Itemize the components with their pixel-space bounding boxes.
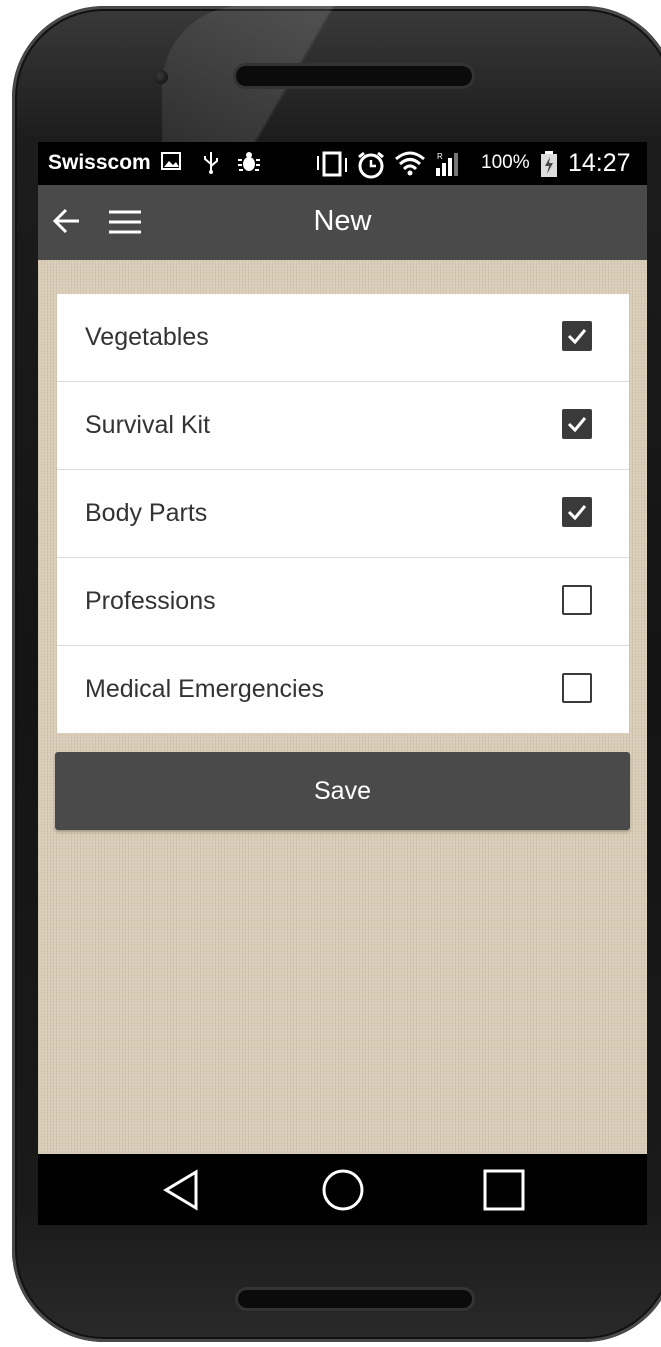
list-item[interactable]: Vegetables — [57, 294, 629, 382]
status-bar: Swisscom R 100% 14:27 — [38, 142, 647, 185]
save-button[interactable]: Save — [55, 752, 630, 830]
list-item[interactable]: Survival Kit — [57, 382, 629, 470]
usb-icon — [202, 150, 220, 180]
system-nav-bar — [38, 1154, 647, 1225]
list-item-label: Professions — [85, 587, 216, 615]
page-title: New — [313, 205, 372, 237]
list-item-label: Medical Emergencies — [85, 675, 324, 703]
wifi-icon — [394, 150, 426, 182]
vibrate-icon — [314, 150, 350, 184]
image-icon — [160, 150, 182, 178]
recents-square-icon[interactable] — [482, 1168, 526, 1217]
front-camera — [154, 70, 168, 84]
battery-percent: 100% — [481, 152, 530, 173]
list-item-label: Body Parts — [85, 499, 208, 527]
list-item[interactable]: Body Parts — [57, 470, 629, 558]
carrier-name: Swisscom — [48, 151, 151, 174]
earpiece-speaker — [236, 66, 472, 86]
list-item[interactable]: Professions — [57, 558, 629, 646]
home-circle-icon[interactable] — [321, 1168, 365, 1217]
screen: Swisscom R 100% 14:27 New Vegetables Sur… — [38, 142, 647, 1225]
checkbox[interactable] — [562, 321, 592, 351]
svg-text:R: R — [437, 152, 443, 161]
list-item-label: Vegetables — [85, 323, 209, 351]
back-triangle-icon[interactable] — [162, 1168, 202, 1217]
list-item[interactable]: Medical Emergencies — [57, 646, 629, 733]
alarm-icon — [356, 150, 386, 186]
checkbox[interactable] — [562, 409, 592, 439]
bottom-speaker — [238, 1290, 472, 1308]
checkbox[interactable] — [562, 585, 592, 615]
checkbox[interactable] — [562, 673, 592, 703]
app-toolbar: New — [38, 185, 647, 260]
status-time: 14:27 — [568, 149, 631, 177]
list-item-label: Survival Kit — [85, 411, 211, 439]
category-list: Vegetables Survival Kit Body Parts Profe… — [57, 294, 629, 733]
bug-icon — [236, 150, 262, 180]
battery-charging-icon — [540, 150, 558, 184]
signal-icon: R — [434, 150, 464, 184]
content-area: Vegetables Survival Kit Body Parts Profe… — [38, 260, 647, 1154]
checkbox[interactable] — [562, 497, 592, 527]
